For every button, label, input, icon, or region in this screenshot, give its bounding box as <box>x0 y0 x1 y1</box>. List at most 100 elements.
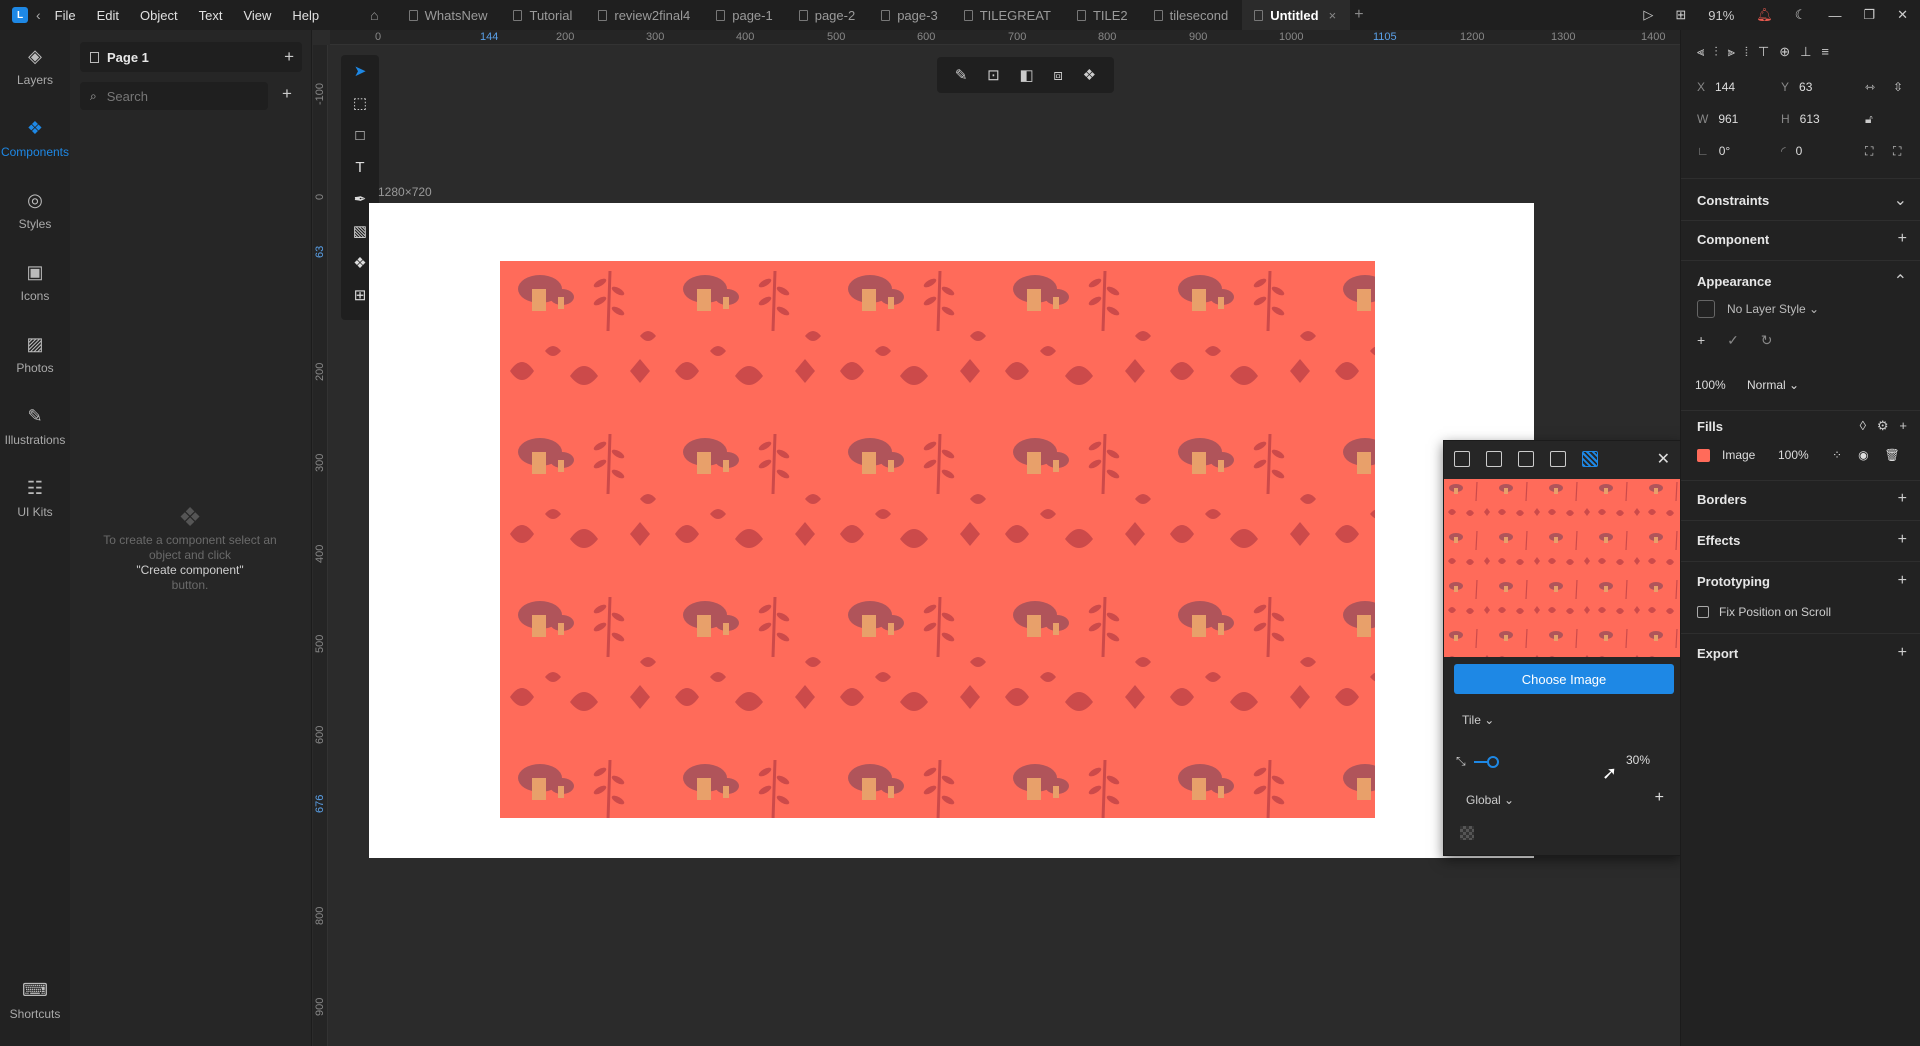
scope-dropdown[interactable]: Global ⌄ <box>1466 793 1514 807</box>
tab-tutorial[interactable]: Tutorial <box>501 0 586 30</box>
add-icon[interactable]: + <box>1898 230 1907 248</box>
tab-page-2[interactable]: page-2 <box>787 0 869 30</box>
droplet-icon[interactable]: ◊ <box>1860 418 1866 433</box>
back-icon[interactable]: ‹ <box>36 7 41 23</box>
reset-style-icon[interactable]: ↻ <box>1761 332 1773 348</box>
add-component-icon[interactable]: + <box>282 84 292 104</box>
effects-section[interactable]: Effects + <box>1697 531 1907 549</box>
home-icon[interactable]: ⌂ <box>370 7 378 23</box>
add-interaction-icon[interactable]: + <box>1898 572 1907 590</box>
component-section[interactable]: Component + <box>1697 230 1907 248</box>
align-left-icon[interactable]: ⫷ <box>1697 44 1704 60</box>
tab-tilegreat[interactable]: TILEGREAT <box>952 0 1065 30</box>
fill-options-icon[interactable]: ⁘ <box>1832 448 1842 462</box>
align-top-icon[interactable]: ⊤ <box>1758 44 1769 60</box>
grid-icon[interactable]: ⊞ <box>1675 7 1686 23</box>
align-middle-icon[interactable]: ⊕ <box>1779 44 1790 60</box>
add-style-icon[interactable]: + <box>1697 332 1705 348</box>
menu-text[interactable]: Text <box>199 8 223 23</box>
search-input[interactable]: ⌕ Search <box>80 82 268 110</box>
nav-layers[interactable]: ◈ Layers <box>0 30 70 102</box>
chevron-down-icon[interactable]: ⌄ <box>1894 190 1907 210</box>
nav-components[interactable]: ❖ Components <box>0 102 70 174</box>
angular-gradient-icon[interactable] <box>1550 451 1566 467</box>
zoom-level[interactable]: 91% <box>1708 8 1734 23</box>
fill-row[interactable]: Image 100% ⁘ ◉ 🗑︎ <box>1697 448 1909 462</box>
boolean-icon[interactable]: ◧ <box>1019 66 1033 84</box>
nav-illustrations[interactable]: ✎ Illustrations <box>0 390 70 462</box>
add-swatch-icon[interactable]: + <box>1655 789 1664 807</box>
add-border-icon[interactable]: + <box>1898 490 1907 508</box>
borders-section[interactable]: Borders + <box>1697 490 1907 508</box>
menu-object[interactable]: Object <box>140 8 178 23</box>
image-fill-icon[interactable] <box>1582 451 1598 467</box>
crop-icon[interactable]: ⧈ <box>1053 67 1063 84</box>
nav-ui-kits[interactable]: ☷ UI Kits <box>0 462 70 534</box>
solid-fill-icon[interactable] <box>1454 451 1470 467</box>
flip-vertical-icon[interactable]: ⇳ <box>1893 80 1903 94</box>
align-bottom-icon[interactable]: ⊥ <box>1800 44 1811 60</box>
tab-whatsnew[interactable]: WhatsNew <box>397 0 502 30</box>
rectangle-tool-icon[interactable]: □ <box>341 119 379 151</box>
nav-shortcuts[interactable]: ⌨ Shortcuts <box>0 964 70 1036</box>
distribute-vertical-icon[interactable]: ≡ <box>1821 44 1829 60</box>
page-selector[interactable]: Page 1 + <box>80 42 302 72</box>
tab-review2final4[interactable]: review2final4 <box>586 0 704 30</box>
notification-icon[interactable]: 🔔︎ <box>1756 7 1773 23</box>
flip-horizontal-icon[interactable]: ⇿ <box>1865 80 1875 94</box>
tab-page-3[interactable]: page-3 <box>869 0 951 30</box>
select-tool-icon[interactable]: ➤ <box>341 55 379 87</box>
height-field[interactable]: H 613 <box>1781 112 1820 126</box>
add-effect-icon[interactable]: + <box>1898 531 1907 549</box>
linear-gradient-icon[interactable] <box>1486 451 1502 467</box>
dark-mode-icon[interactable]: ☾ <box>1795 7 1807 23</box>
apply-style-icon[interactable]: ✓ <box>1727 332 1739 348</box>
prototyping-section[interactable]: Prototyping + <box>1697 572 1907 590</box>
fix-position-checkbox[interactable]: Fix Position on Scroll <box>1697 605 1907 619</box>
menu-help[interactable]: Help <box>292 8 319 23</box>
minimize-icon[interactable]: — <box>1828 8 1841 23</box>
menu-file[interactable]: File <box>55 8 76 23</box>
add-page-icon[interactable]: + <box>284 47 294 67</box>
x-field[interactable]: X 144 <box>1697 80 1735 94</box>
maximize-icon[interactable]: ❐ <box>1863 7 1875 23</box>
y-field[interactable]: Y 63 <box>1781 80 1812 94</box>
independent-corners-icon[interactable]: ⛶ <box>1893 144 1901 159</box>
rotation-field[interactable]: ∟ 0° <box>1697 144 1730 158</box>
fill-swatch[interactable] <box>1697 448 1710 462</box>
delete-icon[interactable]: 🗑︎ <box>1885 448 1900 462</box>
artboard-label[interactable]: 1280×720 <box>378 185 432 199</box>
pattern-rectangle[interactable] <box>500 261 1375 818</box>
radial-gradient-icon[interactable] <box>1518 451 1534 467</box>
checkbox[interactable] <box>1697 606 1709 618</box>
app-logo-icon[interactable]: L <box>12 7 28 23</box>
align-right-icon[interactable]: ⫸ <box>1728 44 1735 60</box>
close-icon[interactable]: ✕ <box>1657 449 1670 469</box>
close-tab-icon[interactable]: × <box>1329 8 1337 23</box>
distribute-horizontal-icon[interactable]: ⦙ <box>1745 44 1748 60</box>
corner-options-icon[interactable]: ⛶ <box>1865 144 1873 159</box>
chevron-up-icon[interactable]: ⌃ <box>1894 271 1907 291</box>
nav-icons[interactable]: ▣ Icons <box>0 246 70 318</box>
frame-tool-icon[interactable]: ⬚ <box>341 87 379 119</box>
align-center-icon[interactable]: ⫶ <box>1714 44 1717 60</box>
choose-image-button[interactable]: Choose Image <box>1454 664 1674 694</box>
tab-tile2[interactable]: TILE2 <box>1065 0 1142 30</box>
tab-tilesecond[interactable]: tilesecond <box>1142 0 1243 30</box>
tab-page-1[interactable]: page-1 <box>704 0 786 30</box>
add-tab-icon[interactable]: + <box>1354 0 1363 30</box>
constraints-section[interactable]: Constraints ⌄ <box>1697 190 1907 210</box>
layer-style-dropdown[interactable]: No Layer Style ⌄ <box>1697 300 1819 318</box>
export-section[interactable]: Export + <box>1697 644 1907 662</box>
adjust-icon[interactable]: ⚙ <box>1877 418 1889 433</box>
radius-field[interactable]: ◜ 0 <box>1781 144 1802 158</box>
blend-mode-dropdown[interactable]: Normal ⌄ <box>1747 378 1799 392</box>
play-icon[interactable]: ▷ <box>1643 7 1653 23</box>
fill-mode-dropdown[interactable]: Tile ⌄ <box>1462 713 1494 727</box>
width-field[interactable]: W 961 <box>1697 112 1738 126</box>
create-component-icon[interactable]: ❖ <box>1083 66 1096 84</box>
lock-ratio-icon[interactable]: 🔓︎ <box>1865 112 1873 127</box>
scale-slider-handle[interactable] <box>1487 756 1499 768</box>
add-fill-icon[interactable]: + <box>1899 418 1907 433</box>
appearance-section[interactable]: Appearance ⌃ <box>1697 271 1907 291</box>
